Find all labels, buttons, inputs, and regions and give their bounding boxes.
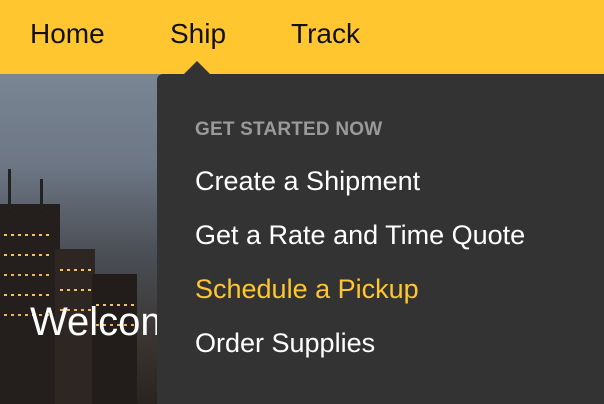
lit-windows bbox=[4, 274, 52, 276]
ship-dropdown-menu: GET STARTED NOW Create a Shipment Get a … bbox=[157, 74, 604, 404]
menu-item-create-shipment[interactable]: Create a Shipment bbox=[195, 166, 420, 197]
top-navigation-bar: Home Ship Track bbox=[0, 0, 604, 74]
nav-home[interactable]: Home bbox=[30, 18, 105, 50]
menu-item-schedule-pickup[interactable]: Schedule a Pickup bbox=[195, 274, 419, 305]
lit-windows bbox=[4, 234, 52, 236]
lit-windows bbox=[4, 254, 52, 256]
nav-track[interactable]: Track bbox=[291, 18, 360, 50]
dropdown-caret bbox=[183, 61, 211, 75]
menu-item-rate-time-quote[interactable]: Get a Rate and Time Quote bbox=[195, 220, 525, 251]
dropdown-heading: GET STARTED NOW bbox=[195, 119, 383, 140]
antenna bbox=[40, 179, 43, 209]
nav-ship[interactable]: Ship bbox=[170, 18, 226, 50]
menu-item-order-supplies[interactable]: Order Supplies bbox=[195, 328, 375, 359]
lit-windows bbox=[4, 294, 52, 296]
lit-windows bbox=[60, 289, 92, 291]
lit-windows bbox=[60, 269, 92, 271]
antenna bbox=[8, 169, 11, 209]
